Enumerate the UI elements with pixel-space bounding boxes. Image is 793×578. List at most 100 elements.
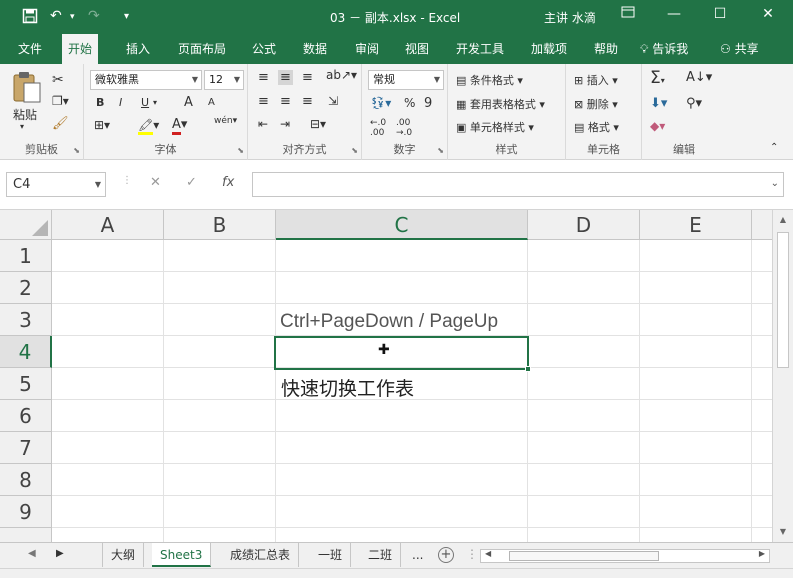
increase-decimal-icon[interactable]: ←.0.00 bbox=[370, 118, 386, 138]
align-top-icon[interactable]: ≡ bbox=[258, 70, 269, 85]
column-header-b[interactable]: B bbox=[164, 210, 276, 240]
row-header-4[interactable]: 4 bbox=[0, 336, 52, 368]
row-header-2[interactable]: 2 bbox=[0, 272, 52, 304]
sheet-tabs-more[interactable]: ... bbox=[404, 543, 431, 567]
ribbon-display-icon[interactable] bbox=[616, 6, 640, 22]
vertical-scrollbar[interactable]: ▲ ▼ bbox=[772, 210, 793, 542]
cut-icon[interactable]: ✂ bbox=[52, 72, 64, 88]
row-header-10[interactable] bbox=[0, 528, 52, 542]
clipboard-launcher-icon[interactable]: ⬊ bbox=[73, 146, 80, 155]
sheet-tab-outline[interactable]: 大纲 bbox=[102, 543, 145, 567]
fill-icon[interactable]: ⬇▾ bbox=[650, 96, 667, 111]
bold-button[interactable]: B bbox=[96, 96, 104, 109]
customize-qat-icon[interactable]: ▾ bbox=[124, 11, 129, 22]
comma-button[interactable]: 9 bbox=[424, 96, 432, 111]
orientation-icon[interactable]: ab↗▾ bbox=[326, 68, 357, 82]
tab-file[interactable]: 文件 bbox=[12, 34, 48, 64]
row-header-6[interactable]: 6 bbox=[0, 400, 52, 432]
italic-button[interactable]: I bbox=[119, 96, 122, 109]
undo-dropdown-icon[interactable]: ▾ bbox=[70, 12, 75, 22]
autosum-icon[interactable]: Σ▾ bbox=[650, 68, 665, 88]
tab-split-grip-icon[interactable]: ⋮ bbox=[466, 547, 478, 561]
close-icon[interactable]: ✕ bbox=[756, 6, 780, 22]
cell-c5[interactable]: 快速切换工作表 bbox=[281, 374, 414, 401]
column-header-e[interactable]: E bbox=[640, 210, 752, 240]
cancel-entry-icon[interactable]: ✕ bbox=[150, 175, 161, 190]
copy-icon[interactable]: ❐▾ bbox=[52, 94, 69, 108]
clear-icon[interactable]: ◆▾ bbox=[650, 119, 665, 133]
cell-c3[interactable]: Ctrl+PageDown / PageUp bbox=[280, 311, 498, 333]
collapse-ribbon-icon[interactable]: ⌃ bbox=[770, 142, 778, 153]
select-all-button[interactable] bbox=[0, 210, 52, 240]
align-right-icon[interactable]: ≡ bbox=[302, 94, 313, 109]
decrease-indent-icon[interactable]: ⇤ bbox=[258, 117, 268, 131]
scroll-right-icon[interactable]: ▶ bbox=[759, 549, 765, 558]
tab-addins[interactable]: 加载项 bbox=[525, 34, 573, 64]
find-select-icon[interactable]: ⚲▾ bbox=[686, 96, 702, 111]
tab-data[interactable]: 数据 bbox=[297, 34, 333, 64]
sheet-tab-sheet3[interactable]: Sheet3 bbox=[152, 543, 212, 567]
undo-icon[interactable]: ↶ bbox=[50, 8, 62, 24]
row-header-1[interactable]: 1 bbox=[0, 240, 52, 272]
tab-help[interactable]: 帮助 bbox=[588, 34, 624, 64]
row-header-3[interactable]: 3 bbox=[0, 304, 52, 336]
tell-me[interactable]: 💡︎ 告诉我 bbox=[640, 34, 688, 64]
tab-home[interactable]: 开始 bbox=[62, 34, 99, 64]
align-middle-icon[interactable]: ≡ bbox=[278, 70, 293, 85]
worksheet-grid[interactable]: A B C D E 1 2 3 4 5 6 7 8 9 Ctrl+PageDow… bbox=[0, 210, 772, 542]
column-header-d[interactable]: D bbox=[528, 210, 640, 240]
column-header-f[interactable] bbox=[752, 210, 772, 240]
row-header-8[interactable]: 8 bbox=[0, 464, 52, 496]
formula-bar-grip-icon[interactable]: ⋮ bbox=[122, 175, 132, 186]
sheet-tab-class1[interactable]: 一班 bbox=[310, 543, 352, 567]
decrease-decimal-icon[interactable]: .00 →.0 bbox=[396, 118, 412, 138]
accounting-format-icon[interactable]: 💱︎▾ bbox=[370, 96, 391, 110]
format-cells-button[interactable]: ▤ 格式 ▾ bbox=[574, 119, 619, 135]
redo-icon[interactable]: ↷ bbox=[88, 8, 100, 24]
wrap-text-icon[interactable]: ⇲ bbox=[328, 94, 338, 108]
conditional-format-button[interactable]: ▤ 条件格式 ▾ bbox=[456, 72, 523, 88]
align-bottom-icon[interactable]: ≡ bbox=[302, 70, 313, 85]
formula-input[interactable]: ⌄ bbox=[252, 172, 784, 197]
cell-styles-button[interactable]: ▣ 单元格样式 ▾ bbox=[456, 119, 534, 135]
paste-icon[interactable] bbox=[10, 70, 44, 104]
align-left-icon[interactable]: ≡ bbox=[258, 94, 269, 109]
horizontal-scroll-thumb[interactable] bbox=[509, 551, 659, 561]
tab-view[interactable]: 视图 bbox=[399, 34, 435, 64]
user-name[interactable]: 主讲 水滴 bbox=[544, 9, 596, 26]
sheet-tab-class2[interactable]: 二班 bbox=[360, 543, 402, 567]
increase-indent-icon[interactable]: ⇥ bbox=[280, 117, 290, 131]
grow-font-button[interactable]: A bbox=[184, 95, 193, 110]
save-icon[interactable] bbox=[22, 8, 38, 28]
sheet-next-icon[interactable]: ▶ bbox=[56, 548, 64, 559]
add-sheet-icon[interactable]: + bbox=[438, 547, 454, 563]
shrink-font-button[interactable]: A bbox=[208, 97, 215, 108]
scroll-up-icon[interactable]: ▲ bbox=[773, 210, 793, 230]
name-box[interactable]: C4 ▼ bbox=[6, 172, 106, 197]
borders-icon[interactable]: ⊞▾ bbox=[94, 118, 110, 132]
sheet-prev-icon[interactable]: ◀ bbox=[28, 548, 36, 559]
sheet-tab-summary[interactable]: 成绩汇总表 bbox=[222, 543, 300, 567]
format-painter-icon[interactable]: 🖌︎ bbox=[52, 116, 69, 131]
underline-dropdown-icon[interactable]: ▾ bbox=[153, 98, 157, 107]
fill-color-icon[interactable]: 🖍︎▾ bbox=[138, 118, 159, 135]
percent-button[interactable]: % bbox=[404, 96, 415, 110]
delete-cells-button[interactable]: ⊠ 删除 ▾ bbox=[574, 96, 618, 112]
font-launcher-icon[interactable]: ⬊ bbox=[237, 146, 244, 155]
phonetic-icon[interactable]: wén▾ bbox=[214, 116, 237, 126]
insert-function-icon[interactable]: fx bbox=[222, 175, 234, 190]
minimize-icon[interactable]: — bbox=[662, 6, 686, 22]
fill-handle[interactable] bbox=[525, 366, 531, 372]
tab-review[interactable]: 审阅 bbox=[349, 34, 385, 64]
font-size-select[interactable]: 12 ▼ bbox=[204, 70, 244, 90]
column-header-c[interactable]: C bbox=[276, 210, 528, 240]
row-header-9[interactable]: 9 bbox=[0, 496, 52, 528]
scroll-down-icon[interactable]: ▼ bbox=[773, 522, 793, 542]
format-as-table-button[interactable]: ▦ 套用表格格式 ▾ bbox=[456, 96, 545, 112]
horizontal-scrollbar[interactable]: ◀ ▶ bbox=[480, 549, 770, 563]
number-format-select[interactable]: 常规 ▼ bbox=[368, 70, 444, 90]
tab-formulas[interactable]: 公式 bbox=[246, 34, 282, 64]
row-header-7[interactable]: 7 bbox=[0, 432, 52, 464]
insert-cells-button[interactable]: ⊞ 插入 ▾ bbox=[574, 72, 618, 88]
tab-insert[interactable]: 插入 bbox=[120, 34, 156, 64]
